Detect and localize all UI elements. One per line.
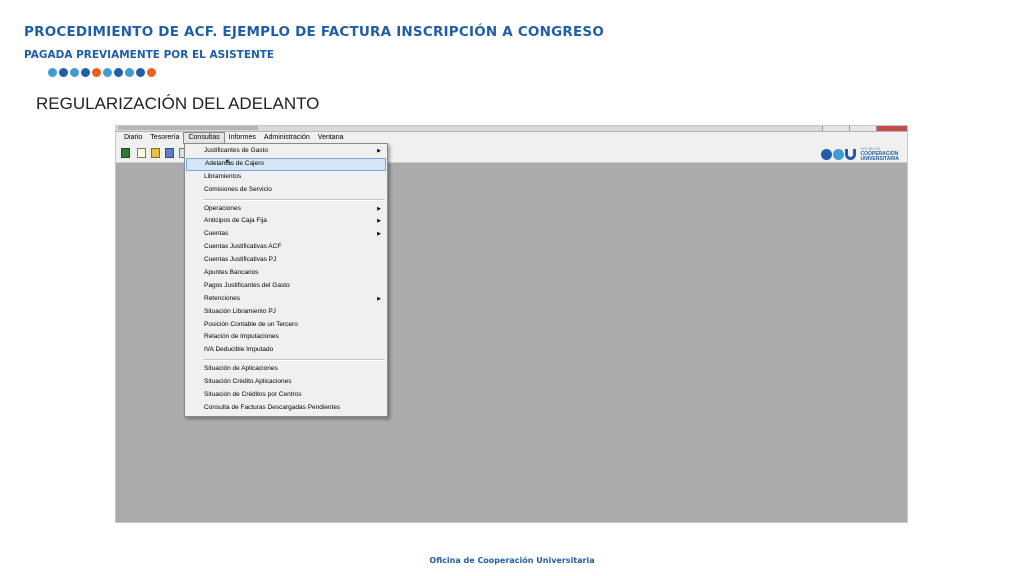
menu-item-relacion-de-imputaciones[interactable]: Relación de Imputaciones	[185, 331, 387, 344]
new-document-icon[interactable]	[137, 148, 146, 158]
menu-separator	[203, 198, 385, 201]
window-controls	[822, 126, 907, 131]
submenu-arrow-icon: ▶	[377, 148, 381, 154]
decorative-dot	[48, 68, 57, 77]
menu-item-apuntes-bancarios[interactable]: Apuntes Bancarios	[185, 267, 387, 280]
section-title: REGULARIZACIÓN DEL ADELANTO	[36, 94, 320, 113]
menu-item-label: Anticipos de Caja Fija	[204, 217, 267, 225]
menu-separator	[203, 359, 385, 362]
logo-circle-icon	[833, 149, 845, 160]
menu-item-operaciones[interactable]: Operaciones ▶	[185, 203, 387, 216]
menu-item-label: Posición Contable de un Tercero	[204, 320, 298, 328]
menu-item-justificantes-de-gasto[interactable]: Justificantes de Gasto ▶	[185, 145, 387, 158]
decorative-dot	[114, 68, 123, 77]
menu-item-label: Operaciones	[204, 204, 241, 212]
decorative-dot	[70, 68, 79, 77]
menu-item-label: Relación de Imputaciones	[204, 333, 279, 341]
menu-item-adelantos-de-cajero[interactable]: Adelantos de Cajero	[186, 157, 386, 171]
calculator-icon[interactable]	[121, 148, 130, 158]
ocu-logo-mark	[821, 149, 857, 160]
menu-item-label: IVA Deducible Imputado	[204, 346, 274, 354]
mouse-cursor-icon: ↖	[225, 157, 233, 167]
slide-subtitle: PAGADA PREVIAMENTE POR EL ASISTENTE	[24, 49, 275, 61]
menu-item-situacion-credito-aplicaciones[interactable]: Situación Crédito Aplicaciones	[185, 376, 387, 389]
menu-item-situacion-libramiento-pj[interactable]: Situación Libramiento PJ	[185, 306, 387, 319]
decorative-dot	[81, 68, 90, 77]
menu-item-label: Consulta de Facturas Descargadas Pendien…	[204, 403, 341, 411]
menu-item-cuentas[interactable]: Cuentas ▶	[185, 228, 387, 241]
logo-line-3: UNIVERSITARIA	[860, 156, 899, 162]
decorative-dot	[125, 68, 134, 77]
menu-item-situacion-de-aplicaciones[interactable]: Situación de Aplicaciones	[185, 363, 387, 376]
save-icon[interactable]	[165, 148, 174, 158]
menu-item-libramientos[interactable]: Libramientos	[185, 171, 387, 184]
menu-item-label: Cuentas Justificativas ACF	[204, 243, 282, 251]
decorative-dots	[48, 68, 156, 77]
submenu-arrow-icon: ▶	[377, 205, 381, 212]
menu-item-label: Justificantes de Gasto	[204, 147, 268, 154]
menu-item-label: Libramientos	[204, 172, 242, 180]
decorative-dot	[103, 68, 112, 77]
footer-text: Oficina de Cooperación Universitaria	[429, 556, 595, 565]
ocu-logo-text: OFICINA DE COOPERACIÓN UNIVERSITARIA	[860, 147, 899, 162]
menu-item-posicion-contable-tercero[interactable]: Posición Contable de un Tercero	[185, 319, 387, 332]
menu-item-label: Apuntes Bancarios	[204, 269, 259, 277]
menu-item-label: Cuentas Justificativas PJ	[204, 256, 277, 264]
menu-item-situacion-creditos-por-centros[interactable]: Situación de Créditos por Centros	[185, 389, 387, 402]
menu-item-label: Cuentas	[204, 230, 229, 238]
submenu-arrow-icon: ▶	[377, 231, 381, 238]
menu-item-anticipos-de-caja-fija[interactable]: Anticipos de Caja Fija ▶	[185, 215, 387, 228]
decorative-dot	[92, 68, 101, 77]
consultas-dropdown-menu: Justificantes de Gasto ▶ Adelantos de Ca…	[184, 143, 388, 417]
menu-diario[interactable]: Diario	[120, 132, 146, 144]
decorative-dot	[59, 68, 68, 77]
menu-item-label: Situación Libramiento PJ	[204, 307, 276, 315]
minimize-button[interactable]	[822, 126, 849, 131]
logo-arc-icon	[845, 149, 857, 160]
window-title-text	[118, 126, 258, 130]
menu-item-label: Situación de Aplicaciones	[204, 365, 278, 373]
close-button[interactable]	[876, 126, 907, 131]
submenu-arrow-icon: ▶	[377, 218, 381, 225]
menu-item-label: Pagos Justificantes del Gasto	[204, 281, 290, 289]
decorative-dot	[136, 68, 145, 77]
menu-tesoreria[interactable]: Tesorería	[146, 132, 183, 144]
menu-item-label: Adelantos de Cajero	[205, 159, 264, 167]
menu-item-pagos-justificantes-del-gasto[interactable]: Pagos Justificantes del Gasto	[185, 280, 387, 293]
open-folder-icon[interactable]	[151, 148, 160, 158]
logo-circle-icon	[821, 149, 833, 160]
maximize-button[interactable]	[849, 126, 876, 131]
ocu-logo: OFICINA DE COOPERACIÓN UNIVERSITARIA	[821, 147, 899, 162]
menu-item-iva-deducible-imputado[interactable]: IVA Deducible Imputado	[185, 344, 387, 357]
submenu-arrow-icon: ▶	[377, 295, 381, 302]
menu-item-label: Situación Crédito Aplicaciones	[204, 378, 292, 386]
menu-item-consulta-facturas-descargadas[interactable]: Consulta de Facturas Descargadas Pendien…	[185, 402, 387, 415]
decorative-dot	[147, 68, 156, 77]
menu-item-cuentas-justificativas-acf[interactable]: Cuentas Justificativas ACF	[185, 241, 387, 254]
slide-title: PROCEDIMIENTO DE ACF. EJEMPLO DE FACTURA…	[24, 24, 604, 40]
menu-item-label: Retenciones	[204, 294, 241, 302]
menu-item-comisiones-de-servicio[interactable]: Comisiones de Servicio	[185, 184, 387, 197]
menu-item-retenciones[interactable]: Retenciones ▶	[185, 293, 387, 306]
menu-item-label: Comisiones de Servicio	[204, 185, 272, 193]
menu-item-cuentas-justificativas-pj[interactable]: Cuentas Justificativas PJ	[185, 254, 387, 267]
application-window: Diario Tesorería Consultas Informes Admi…	[115, 125, 908, 523]
menu-item-label: Situación de Créditos por Centros	[204, 391, 302, 399]
